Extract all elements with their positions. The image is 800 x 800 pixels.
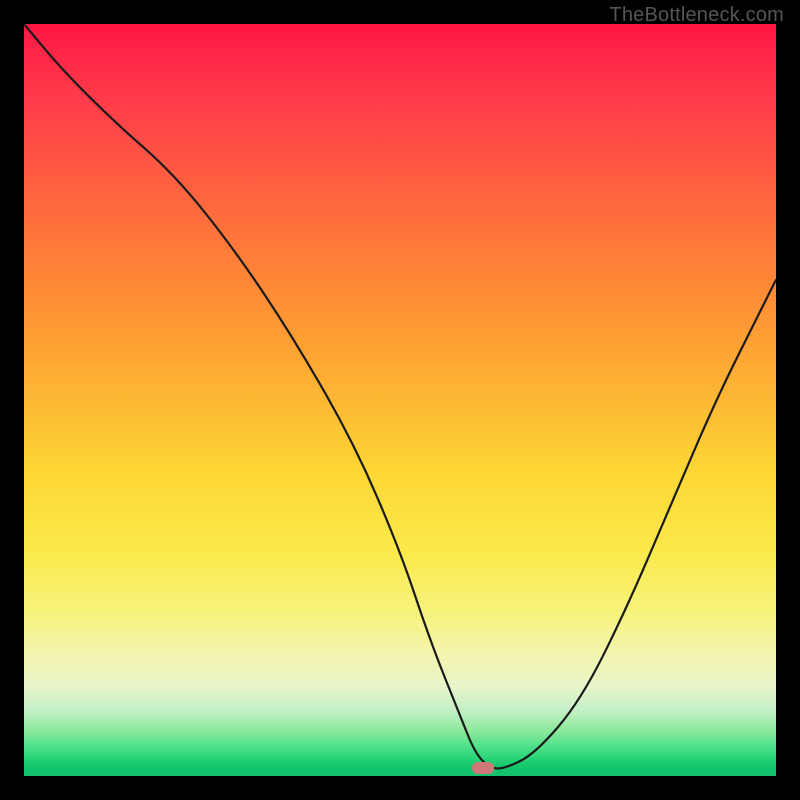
- optimal-marker: [472, 762, 494, 774]
- watermark: TheBottleneck.com: [609, 4, 784, 27]
- bottleneck-curve: [24, 24, 776, 768]
- curve-svg: [24, 24, 776, 776]
- plot-area: [24, 24, 776, 776]
